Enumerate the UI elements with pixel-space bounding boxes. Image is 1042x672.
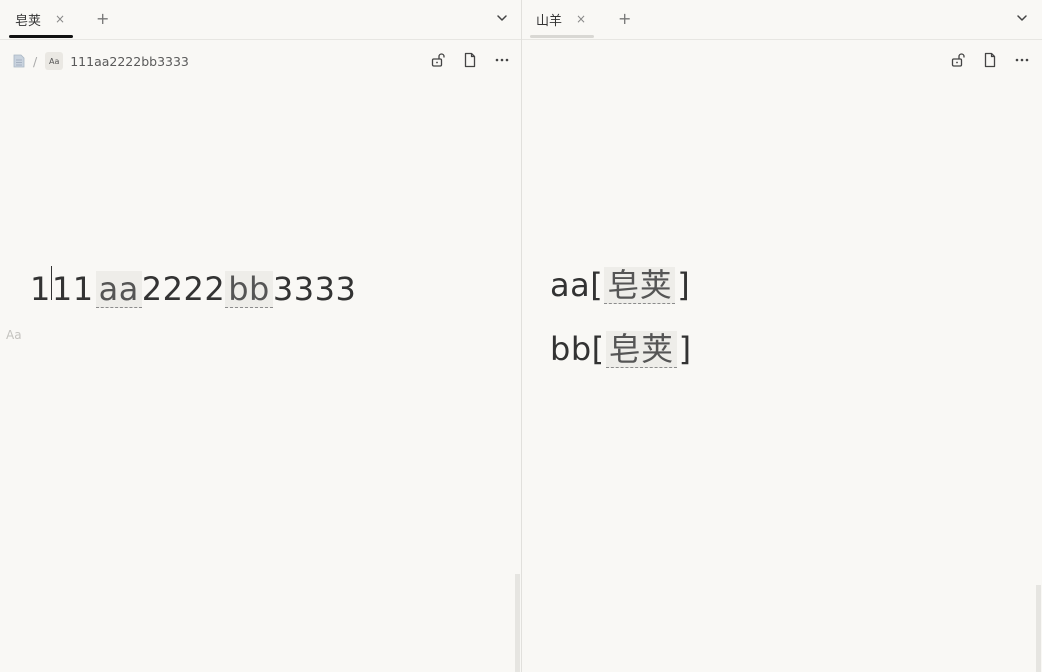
file-icon[interactable]: [462, 52, 478, 68]
chevron-down-icon[interactable]: [1015, 11, 1029, 25]
breadcrumb: / Aa 111aa2222bb3333: [13, 51, 189, 71]
editor-line-aa[interactable]: aa[ 皂荚 ]: [550, 266, 690, 304]
app-window: 皂荚 × + / Aa 111aa2222bb3333 1 11 aa 2222…: [0, 0, 1042, 672]
tab-shanyang[interactable]: 山羊 ×: [530, 0, 594, 38]
left-tab-bar: 皂荚 × +: [0, 0, 521, 40]
file-icon[interactable]: [982, 52, 998, 68]
block-ref-zaojia[interactable]: 皂荚: [604, 267, 676, 304]
aa-badge-icon[interactable]: Aa: [45, 52, 64, 70]
block-ref-bb[interactable]: bb: [225, 271, 273, 308]
document-icon[interactable]: [13, 54, 25, 68]
close-icon[interactable]: ×: [576, 12, 586, 26]
block-ref-zaojia[interactable]: 皂荚: [605, 331, 677, 368]
tab-zaojia[interactable]: 皂荚 ×: [9, 0, 73, 38]
add-tab-button[interactable]: +: [96, 9, 109, 28]
more-icon[interactable]: [494, 52, 510, 68]
unlock-icon[interactable]: [430, 52, 446, 68]
block-ref-aa[interactable]: aa: [95, 271, 142, 308]
text-segment: 1: [30, 270, 51, 308]
text-segment: ]: [678, 330, 692, 368]
text-segment: 3333: [272, 270, 357, 308]
tab-label: 皂荚: [15, 13, 42, 29]
tab-indicator: [530, 35, 594, 38]
text-segment: aa[: [550, 266, 604, 304]
tab-label: 山羊: [536, 13, 563, 29]
active-tab-indicator: [9, 35, 73, 38]
scrollbar[interactable]: [1036, 585, 1041, 672]
scrollbar[interactable]: [515, 574, 520, 672]
right-tab-bar: 山羊 × +: [522, 0, 1042, 40]
editor-line-bb[interactable]: bb[ 皂荚 ]: [550, 330, 692, 368]
close-icon[interactable]: ×: [55, 12, 65, 26]
editor-content-line[interactable]: 1 11 aa 2222 bb 3333: [30, 266, 356, 308]
unlock-icon[interactable]: [950, 52, 966, 68]
breadcrumb-title[interactable]: 111aa2222bb3333: [70, 54, 189, 69]
breadcrumb-separator: /: [33, 53, 38, 69]
text-segment: bb[: [550, 330, 605, 368]
right-pane: 山羊 × + aa[ 皂荚 ] bb[ 皂荚]: [522, 0, 1042, 672]
block-type-label[interactable]: Aa: [6, 328, 22, 342]
text-segment: ]: [677, 266, 691, 304]
text-segment: 11: [51, 270, 94, 308]
add-tab-button[interactable]: +: [618, 9, 631, 28]
left-pane: 皂荚 × + / Aa 111aa2222bb3333 1 11 aa 2222…: [0, 0, 522, 672]
more-icon[interactable]: [1014, 52, 1030, 68]
chevron-down-icon[interactable]: [495, 11, 509, 25]
text-segment: 2222: [141, 270, 226, 308]
